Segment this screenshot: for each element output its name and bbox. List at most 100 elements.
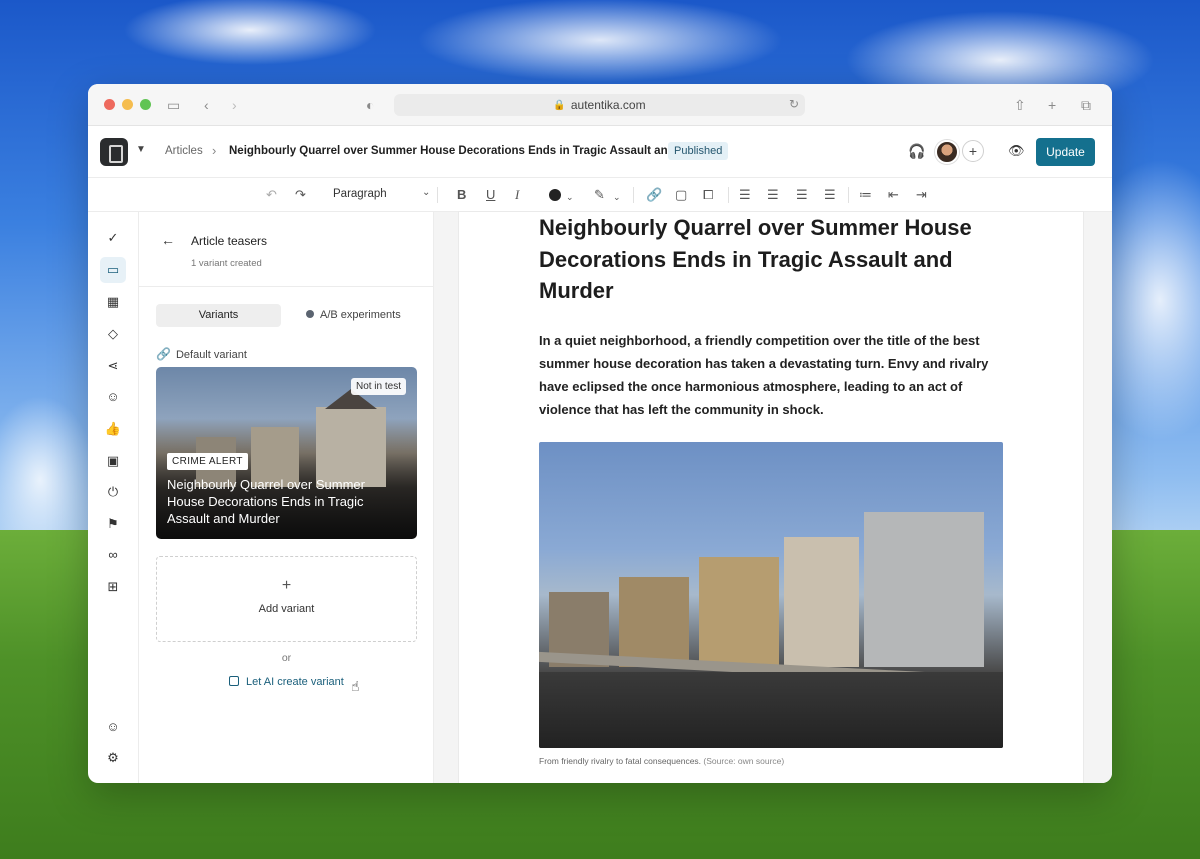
- share-icon[interactable]: ⇧: [1014, 96, 1026, 114]
- share-icon[interactable]: ⋖: [100, 353, 126, 379]
- image-house: [619, 577, 689, 667]
- window-controls: [104, 99, 151, 110]
- link-icon: 🔗: [156, 347, 171, 361]
- image-house: [784, 537, 859, 667]
- reload-icon[interactable]: ↻: [789, 97, 799, 111]
- panel-header: ← Article teasers 1 variant created: [139, 212, 434, 287]
- tag-icon[interactable]: ◇: [100, 321, 126, 347]
- zoom-window-button[interactable]: [140, 99, 151, 110]
- document-page[interactable]: Neighbourly Quarrel over Summer House De…: [459, 212, 1083, 783]
- link-icon[interactable]: 🔗: [646, 187, 662, 203]
- flag-icon[interactable]: ⚑: [100, 511, 126, 537]
- team-icon[interactable]: ☺: [100, 714, 126, 740]
- link-icon[interactable]: ∞: [100, 542, 126, 568]
- checklist-icon[interactable]: ✓: [100, 225, 126, 251]
- default-variant-label: 🔗 Default variant: [156, 347, 247, 361]
- lock-icon: 🔒: [553, 99, 566, 111]
- app-header: ▼ Articles › Neighbourly Quarrel over Su…: [88, 126, 1112, 178]
- wallet-icon[interactable]: ▣: [100, 448, 126, 474]
- undo-icon[interactable]: ↶: [266, 187, 277, 203]
- status-badge: Published: [668, 142, 729, 160]
- headphones-icon[interactable]: 🎧: [908, 143, 925, 160]
- arrow-left-icon[interactable]: ←: [161, 232, 175, 248]
- teaser-image-house: [316, 407, 386, 487]
- teaser-icon[interactable]: ▭: [100, 257, 126, 283]
- default-variant-text: Default variant: [175, 349, 247, 361]
- calendar-icon[interactable]: ▦: [100, 289, 126, 315]
- users-icon[interactable]: ☺: [100, 384, 126, 410]
- toolbar-divider: [728, 187, 729, 203]
- article-image[interactable]: [539, 442, 1003, 748]
- pointer-cursor-icon: ☝: [351, 678, 360, 694]
- sidebar-toggle-icon[interactable]: ▭: [167, 96, 180, 114]
- align-justify-icon[interactable]: ☰: [824, 187, 836, 203]
- tab-variants[interactable]: Variants: [156, 304, 281, 327]
- plus-icon: +: [281, 577, 292, 594]
- chevron-down-icon[interactable]: ⌄: [422, 187, 430, 198]
- toolbar-divider: [633, 187, 634, 203]
- toolbar-divider: [437, 187, 438, 203]
- add-variant-button[interactable]: + Add variant: [156, 556, 417, 642]
- browser-titlebar: ▭ ‹ › ◐ 🔒 autentika.com ↻ ⇧ + ⧉: [88, 84, 1112, 126]
- forward-icon[interactable]: ›: [232, 96, 237, 114]
- article-lede[interactable]: In a quiet neighborhood, a friendly comp…: [539, 329, 1004, 421]
- chevron-down-icon[interactable]: ⌄: [613, 189, 621, 205]
- or-divider: or: [281, 652, 292, 664]
- teaser-kicker: CRIME ALERT: [167, 453, 248, 470]
- embed-icon[interactable]: ⧠: [703, 187, 713, 203]
- italic-icon[interactable]: I: [515, 187, 519, 203]
- block-style-select[interactable]: Paragraph: [333, 188, 387, 200]
- align-right-icon[interactable]: ☰: [796, 187, 808, 203]
- teasers-panel: ← Article teasers 1 variant created Vari…: [139, 212, 434, 783]
- browser-window: ▭ ‹ › ◐ 🔒 autentika.com ↻ ⇧ + ⧉ ▼ Articl…: [88, 84, 1112, 783]
- image-caption[interactable]: From friendly rivalry to fatal consequen…: [539, 756, 784, 766]
- address-bar[interactable]: 🔒 autentika.com ↻: [394, 94, 805, 116]
- article-title[interactable]: Neighbourly Quarrel over Summer House De…: [539, 212, 1009, 307]
- new-tab-icon[interactable]: +: [1048, 96, 1056, 114]
- teaser-card[interactable]: Not in test CRIME ALERT Neighbourly Quar…: [156, 367, 417, 539]
- add-collaborator-button[interactable]: +: [962, 140, 984, 162]
- chevron-right-icon: ›: [212, 143, 217, 158]
- chevron-down-icon[interactable]: ⌄: [566, 189, 574, 205]
- ai-link-label: Let AI create variant: [246, 676, 344, 688]
- url-text: autentika.com: [570, 98, 646, 112]
- chevron-down-icon[interactable]: ▼: [136, 144, 146, 155]
- left-rail: ✓ ▭ ▦ ◇ ⋖ ☺ 👍 ▣ ⏻ ⚑ ∞ ⊞ ☺ ⚙: [88, 212, 139, 783]
- gear-icon[interactable]: ⚙: [100, 745, 126, 771]
- thumbs-up-icon[interactable]: 👍: [100, 416, 126, 442]
- breadcrumb-articles[interactable]: Articles: [165, 145, 203, 157]
- redo-icon[interactable]: ↷: [295, 187, 306, 203]
- bold-icon[interactable]: B: [457, 187, 466, 203]
- test-status-badge: Not in test: [350, 378, 406, 395]
- caption-source: (Source: own source): [703, 756, 785, 766]
- toolbar-divider: [848, 187, 849, 203]
- outdent-icon[interactable]: ⇤: [888, 187, 899, 203]
- add-variant-label: Add variant: [258, 603, 315, 615]
- editor-canvas: Neighbourly Quarrel over Summer House De…: [434, 212, 1112, 783]
- teaser-headline: Neighbourly Quarrel over Summer House De…: [167, 477, 365, 526]
- tab-ab-experiments[interactable]: A/B experiments: [306, 304, 416, 327]
- plug-icon[interactable]: ⏻: [100, 479, 126, 505]
- caption-text: From friendly rivalry to fatal consequen…: [539, 756, 702, 766]
- back-icon[interactable]: ‹: [204, 96, 209, 114]
- indent-icon[interactable]: ⇥: [916, 187, 927, 203]
- close-window-button[interactable]: [104, 99, 115, 110]
- text-color-icon[interactable]: [549, 189, 561, 201]
- avatar[interactable]: [935, 140, 959, 164]
- bulleted-list-icon[interactable]: ≔: [859, 187, 872, 203]
- highlighter-icon[interactable]: ✎: [594, 187, 605, 203]
- shield-icon[interactable]: ◐: [366, 96, 374, 114]
- align-center-icon[interactable]: ☰: [767, 187, 779, 203]
- eye-icon[interactable]: 👁: [1008, 143, 1025, 159]
- underline-icon[interactable]: U: [486, 187, 495, 203]
- minimize-window-button[interactable]: [122, 99, 133, 110]
- update-button[interactable]: Update: [1036, 138, 1095, 166]
- tabs-overview-icon[interactable]: ⧉: [1081, 96, 1091, 114]
- align-left-icon[interactable]: ☰: [739, 187, 751, 203]
- widgets-icon[interactable]: ⊞: [100, 574, 126, 600]
- app-logo[interactable]: [100, 138, 128, 166]
- comment-icon[interactable]: ▢: [675, 187, 687, 203]
- image-house: [699, 557, 779, 667]
- ai-create-variant-link[interactable]: Let AI create variant: [229, 676, 344, 688]
- panel-subtitle: 1 variant created: [191, 258, 262, 269]
